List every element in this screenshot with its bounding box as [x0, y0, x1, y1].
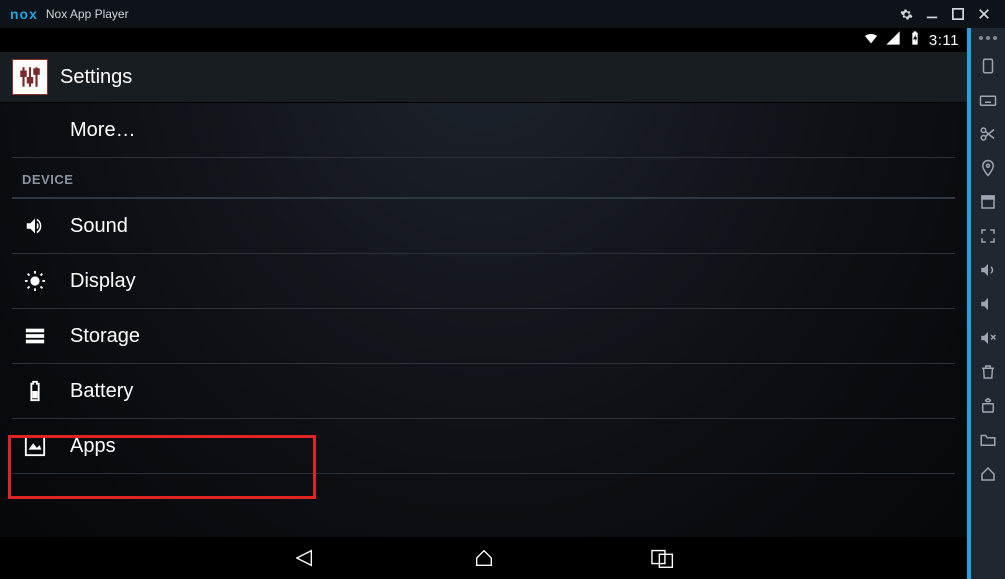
single-window-icon[interactable] — [976, 190, 1000, 214]
sound-icon — [22, 215, 48, 237]
more-icon[interactable] — [979, 36, 997, 40]
status-time: 3:11 — [929, 32, 959, 49]
display-item[interactable]: Display — [12, 254, 955, 309]
signal-icon — [885, 30, 901, 50]
settings-title: Settings — [60, 66, 132, 89]
row-label: Sound — [70, 215, 128, 238]
location-icon[interactable] — [976, 156, 1000, 180]
minimize-icon[interactable] — [921, 3, 943, 25]
settings-header: Settings — [0, 52, 967, 103]
battery-charging-icon — [907, 30, 923, 50]
rotate-icon[interactable] — [976, 54, 1000, 78]
gear-icon[interactable] — [895, 3, 917, 25]
volume-down-icon[interactable] — [976, 292, 1000, 316]
sound-item[interactable]: Sound — [12, 199, 955, 254]
apps-icon — [22, 435, 48, 457]
device-section-header: DEVICE — [12, 158, 955, 199]
row-label: Apps — [70, 435, 116, 458]
storage-icon — [22, 325, 48, 347]
emulator-viewport: 3:11 Settings More… DEVICE Sound — [0, 28, 971, 579]
row-label: Battery — [70, 380, 133, 403]
close-icon[interactable] — [973, 3, 995, 25]
keyboard-icon[interactable] — [976, 88, 1000, 112]
settings-app-icon — [12, 59, 48, 95]
maximize-icon[interactable] — [947, 3, 969, 25]
home-emu-icon[interactable] — [976, 462, 1000, 486]
apk-install-icon[interactable] — [976, 394, 1000, 418]
apps-item[interactable]: Apps — [12, 419, 955, 474]
display-icon — [22, 270, 48, 292]
back-icon[interactable] — [284, 544, 324, 572]
nox-logo: nox — [10, 6, 38, 22]
settings-list[interactable]: More… DEVICE Sound Display Storage — [0, 103, 967, 537]
mute-icon[interactable] — [976, 326, 1000, 350]
scissors-icon[interactable] — [976, 122, 1000, 146]
row-label: Display — [70, 270, 136, 293]
nox-window: nox Nox App Player 3:11 — [0, 0, 1005, 579]
storage-item[interactable]: Storage — [12, 309, 955, 364]
volume-up-icon[interactable] — [976, 258, 1000, 282]
home-icon[interactable] — [464, 544, 504, 572]
recent-apps-icon[interactable] — [644, 544, 684, 572]
battery-item[interactable]: Battery — [12, 364, 955, 419]
trash-icon[interactable] — [976, 360, 1000, 384]
android-nav-bar — [0, 537, 967, 579]
battery-icon — [22, 380, 48, 402]
fullscreen-icon[interactable] — [976, 224, 1000, 248]
window-title: Nox App Player — [46, 7, 129, 21]
nox-tool-sidebar — [971, 28, 1005, 579]
folder-icon[interactable] — [976, 428, 1000, 452]
more-item[interactable]: More… — [12, 103, 955, 158]
window-titlebar: nox Nox App Player — [0, 0, 1005, 28]
android-status-bar: 3:11 — [0, 28, 967, 52]
wifi-icon — [863, 30, 879, 50]
row-label: More… — [70, 119, 136, 142]
row-label: Storage — [70, 325, 140, 348]
